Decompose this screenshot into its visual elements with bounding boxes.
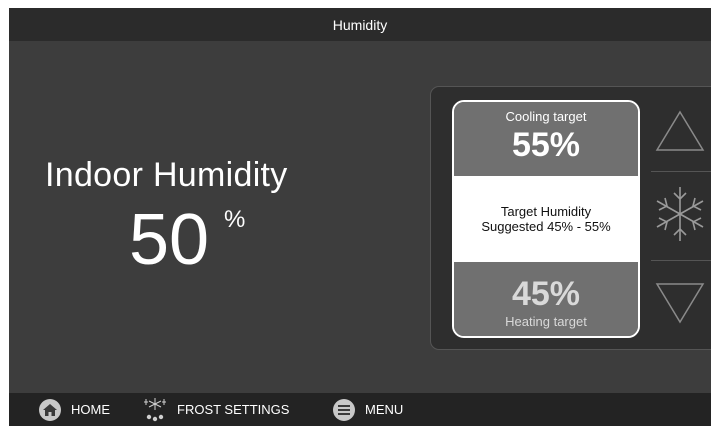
target-humidity-info: Target Humidity Suggested 45% - 55% bbox=[454, 176, 638, 262]
cooling-target-section[interactable]: Cooling target 55% bbox=[454, 102, 638, 176]
control-divider bbox=[651, 260, 711, 261]
mode-button[interactable] bbox=[649, 184, 711, 244]
target-humidity-suggestion: Suggested 45% - 55% bbox=[481, 219, 611, 234]
menu-icon bbox=[333, 398, 355, 421]
title-bar: Humidity bbox=[9, 8, 711, 41]
control-divider bbox=[651, 171, 711, 172]
target-selector: Cooling target 55% Target Humidity Sugge… bbox=[452, 100, 640, 338]
triangle-down-icon bbox=[655, 283, 705, 324]
frost-settings-label: FROST SETTINGS bbox=[177, 402, 290, 417]
heating-target-value: 45% bbox=[511, 275, 581, 313]
indoor-humidity-label: Indoor Humidity bbox=[45, 156, 288, 194]
thermostat-screen: Humidity Indoor Humidity 50 % Cooling ta… bbox=[9, 8, 711, 426]
cooling-target-value: 55% bbox=[511, 126, 581, 164]
page-title: Humidity bbox=[332, 16, 388, 33]
decrease-button[interactable] bbox=[649, 278, 711, 328]
cooling-target-label: Cooling target bbox=[505, 109, 587, 124]
home-label: HOME bbox=[71, 402, 110, 417]
snowflake-icon bbox=[656, 187, 704, 241]
bottom-nav: HOME FROST SETTINGS MENU bbox=[9, 393, 711, 426]
increase-button[interactable] bbox=[649, 108, 711, 158]
heating-target-section[interactable]: 45% Heating target bbox=[454, 262, 638, 336]
home-icon bbox=[39, 398, 61, 421]
home-button[interactable]: HOME bbox=[39, 393, 110, 426]
menu-button[interactable]: MENU bbox=[333, 393, 403, 426]
frost-icon bbox=[143, 397, 167, 423]
menu-label: MENU bbox=[365, 402, 404, 417]
indoor-humidity-value: 50 bbox=[129, 200, 210, 280]
triangle-up-icon bbox=[655, 110, 705, 151]
indoor-humidity-unit: % bbox=[224, 206, 246, 233]
target-humidity-title: Target Humidity bbox=[500, 204, 592, 219]
frost-settings-button[interactable]: FROST SETTINGS bbox=[143, 393, 289, 426]
heating-target-label: Heating target bbox=[505, 314, 587, 329]
